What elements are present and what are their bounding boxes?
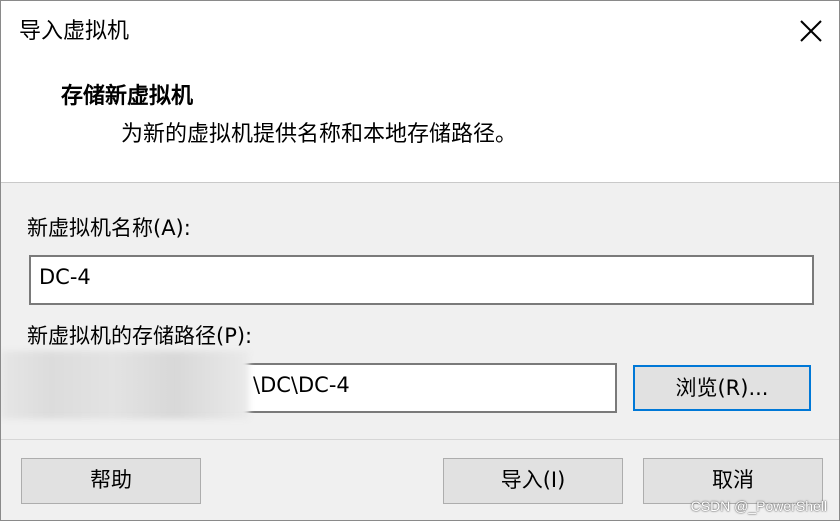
header-description: 为新的虚拟机提供名称和本地存储路径。 (121, 122, 518, 147)
header-title: 存储新虚拟机 (61, 84, 194, 109)
import-button[interactable]: 导入(I) (443, 458, 623, 504)
close-button[interactable] (791, 11, 831, 51)
vm-name-label: 新虚拟机名称(A): (27, 216, 191, 240)
storage-path-value: \DC\DC-4 (253, 373, 350, 397)
vm-name-input[interactable]: DC-4 (29, 255, 814, 305)
help-button[interactable]: 帮助 (21, 458, 201, 504)
redacted-path-overlay (1, 351, 249, 419)
import-vm-dialog: 导入虚拟机 存储新虚拟机 为新的虚拟机提供名称和本地存储路径。 新虚拟机名称(A… (0, 0, 840, 521)
browse-button[interactable]: 浏览(R)... (633, 365, 811, 411)
storage-path-label: 新虚拟机的存储路径(P): (27, 324, 253, 348)
window-title: 导入虚拟机 (19, 19, 130, 44)
wizard-header: 存储新虚拟机 为新的虚拟机提供名称和本地存储路径。 (1, 65, 839, 183)
watermark: CSDN @_PowerShell (690, 498, 827, 514)
form-panel: 新虚拟机名称(A): DC-4 新虚拟机的存储路径(P): \DC\DC-4 浏… (1, 183, 839, 440)
close-icon (800, 20, 822, 42)
title-bar: 导入虚拟机 (1, 1, 839, 65)
